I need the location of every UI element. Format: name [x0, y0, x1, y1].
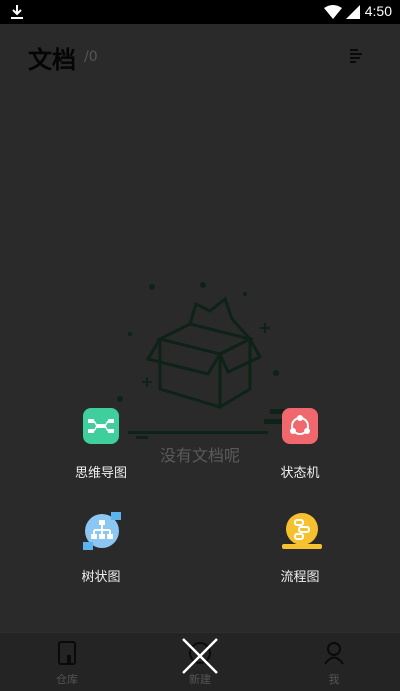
- flowchart-label: 流程图: [280, 570, 320, 585]
- nav-me-label: 我: [328, 673, 340, 686]
- tree-label: 树状图: [81, 570, 121, 585]
- status-time: 4:50: [364, 3, 392, 19]
- profile-icon: [324, 642, 344, 665]
- menu-tree[interactable]: 树状图: [41, 512, 161, 585]
- repository-icon: [58, 641, 76, 665]
- menu-flowchart[interactable]: 流程图: [240, 512, 360, 585]
- nav-repo[interactable]: 仓库: [27, 641, 107, 687]
- close-icon[interactable]: [180, 636, 220, 676]
- document-count: /0: [84, 49, 98, 65]
- sort-icon[interactable]: [344, 44, 368, 68]
- mind-map-icon: [83, 408, 119, 444]
- state-machine-icon: [282, 408, 318, 444]
- nav-me[interactable]: 我: [294, 641, 374, 687]
- download-icon: [11, 5, 23, 19]
- status-bar: 4:50: [0, 0, 400, 24]
- wifi-icon: [324, 5, 342, 19]
- menu-state-machine[interactable]: 状态机: [240, 408, 360, 481]
- menu-mind-map[interactable]: 思维导图: [41, 408, 161, 481]
- flowchart-icon: [282, 512, 322, 549]
- page-title: 文档: [28, 46, 76, 74]
- mind-map-label: 思维导图: [74, 466, 127, 481]
- battery-icon: [346, 5, 360, 19]
- nav-repo-label: 仓库: [56, 673, 78, 686]
- tree-chart-icon: [83, 512, 121, 550]
- state-machine-label: 状态机: [280, 466, 320, 481]
